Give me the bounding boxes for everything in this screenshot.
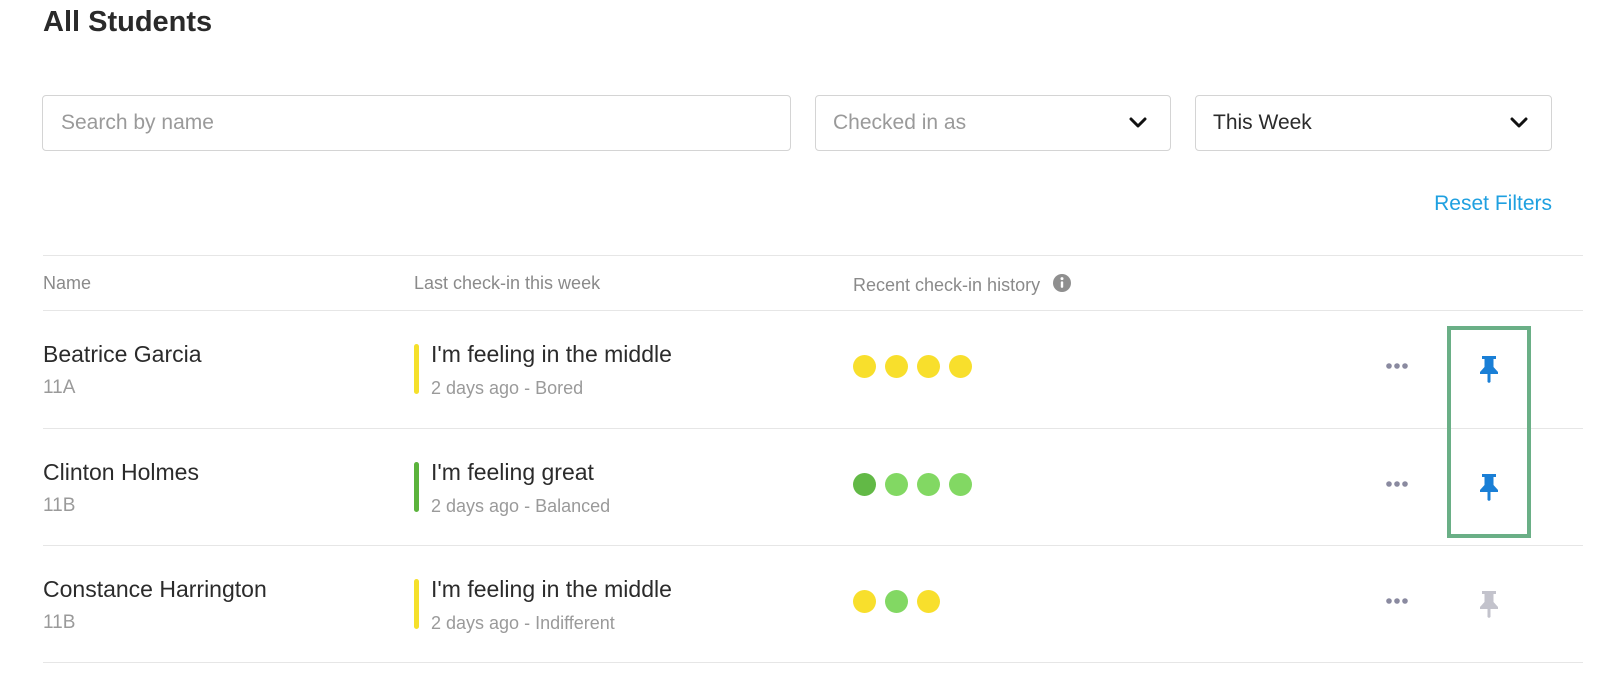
checked-in-select-label: Checked in as bbox=[833, 111, 967, 134]
student-name: Beatrice Garcia bbox=[43, 341, 202, 367]
chevron-down-icon bbox=[1128, 116, 1148, 130]
mood-bar bbox=[414, 579, 419, 629]
divider bbox=[43, 662, 1583, 663]
checkin-feeling: I'm feeling in the middle bbox=[431, 576, 672, 602]
mood-bar bbox=[414, 344, 419, 394]
search-field[interactable] bbox=[42, 95, 791, 151]
more-dots-icon bbox=[1386, 598, 1408, 604]
info-icon[interactable] bbox=[1052, 273, 1072, 298]
table-row[interactable]: Constance Harrington 11B I'm feeling in … bbox=[0, 546, 1600, 663]
history-dot bbox=[853, 473, 876, 496]
history-dot bbox=[917, 590, 940, 613]
more-dots-icon bbox=[1386, 363, 1408, 369]
checkin-history bbox=[853, 590, 940, 613]
checkin-feeling: I'm feeling in the middle bbox=[431, 341, 672, 367]
student-class: 11B bbox=[43, 495, 76, 516]
chevron-down-icon bbox=[1509, 116, 1529, 130]
checkin-feeling: I'm feeling great bbox=[431, 459, 594, 485]
checked-in-select[interactable]: Checked in as bbox=[815, 95, 1171, 151]
period-select-value: This Week bbox=[1213, 111, 1312, 134]
more-options-button[interactable] bbox=[1385, 477, 1409, 495]
more-options-button[interactable] bbox=[1385, 359, 1409, 377]
history-dot bbox=[917, 355, 940, 378]
search-input[interactable] bbox=[43, 96, 790, 150]
pin-button[interactable] bbox=[1478, 590, 1500, 623]
history-dot bbox=[885, 590, 908, 613]
history-dot bbox=[853, 355, 876, 378]
checkin-detail: 2 days ago - Balanced bbox=[431, 496, 611, 516]
table-row[interactable]: Clinton Holmes 11B I'm feeling great 2 d… bbox=[0, 429, 1600, 546]
column-header-history: Recent check-in history bbox=[853, 273, 1072, 298]
student-class: 11B bbox=[43, 612, 76, 633]
checkin-detail: 2 days ago - Indifferent bbox=[431, 613, 615, 633]
column-header-history-label: Recent check-in history bbox=[853, 275, 1041, 295]
history-dot bbox=[853, 590, 876, 613]
student-name: Clinton Holmes bbox=[43, 459, 199, 485]
checkin-history bbox=[853, 355, 972, 378]
checkin-detail: 2 days ago - Bored bbox=[431, 378, 584, 398]
page-title: All Students bbox=[43, 6, 213, 38]
history-dot bbox=[949, 355, 972, 378]
reset-filters-link[interactable]: Reset Filters bbox=[1434, 192, 1552, 216]
checkin-history bbox=[853, 473, 972, 496]
column-header-last-checkin: Last check-in this week bbox=[414, 273, 601, 293]
table-row[interactable]: Beatrice Garcia 11A I'm feeling in the m… bbox=[0, 311, 1600, 428]
history-dot bbox=[949, 473, 972, 496]
history-dot bbox=[885, 355, 908, 378]
student-name: Constance Harrington bbox=[43, 576, 267, 602]
period-select[interactable]: This Week bbox=[1195, 95, 1552, 151]
column-header-name: Name bbox=[43, 273, 92, 293]
history-dot bbox=[885, 473, 908, 496]
student-class: 11A bbox=[43, 377, 76, 398]
pin-column-highlight bbox=[1447, 326, 1531, 538]
history-dot bbox=[917, 473, 940, 496]
divider bbox=[43, 255, 1583, 256]
pin-icon bbox=[1480, 591, 1498, 618]
mood-bar bbox=[414, 462, 419, 512]
more-dots-icon bbox=[1386, 481, 1408, 487]
more-options-button[interactable] bbox=[1385, 594, 1409, 612]
